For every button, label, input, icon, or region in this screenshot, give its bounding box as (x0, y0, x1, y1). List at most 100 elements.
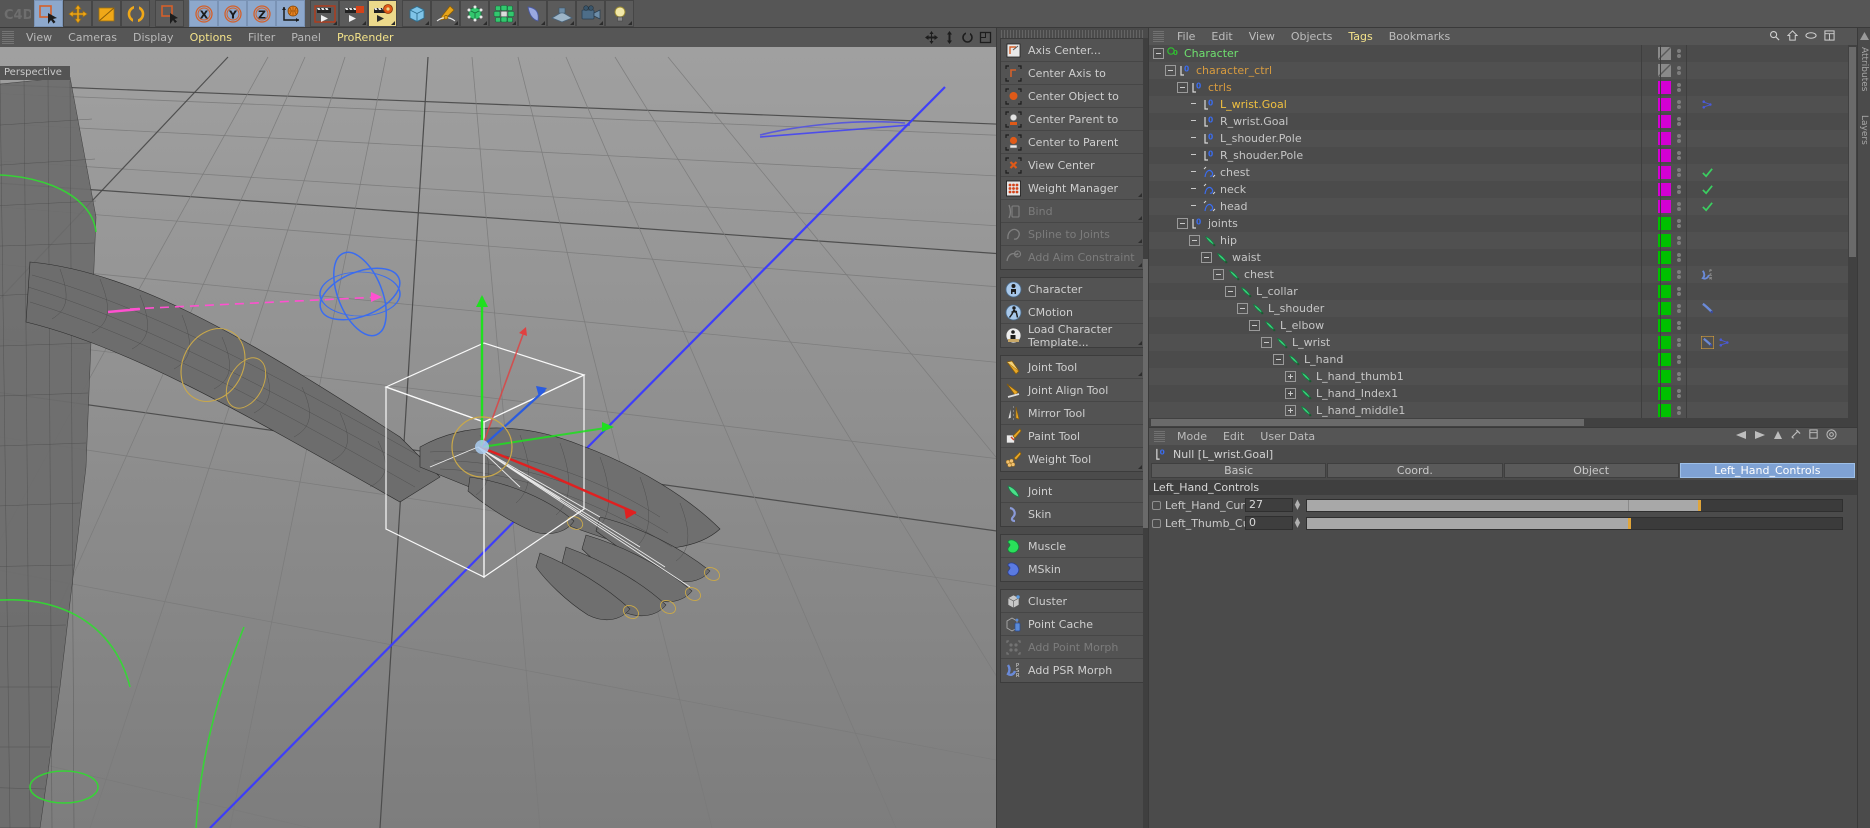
palette-item-axis-center[interactable]: Axis Center... (1001, 39, 1144, 62)
expander-toggle-icon[interactable] (1165, 65, 1176, 76)
expander-toggle-icon[interactable] (1285, 388, 1296, 399)
viewport-menu-options[interactable]: Options (182, 29, 240, 46)
left-thumb-curl-input[interactable]: 0 (1245, 516, 1293, 530)
visibility-dots-icon[interactable] (1674, 151, 1683, 160)
visibility-dots-icon[interactable] (1674, 100, 1683, 109)
scale-view-icon[interactable] (943, 31, 956, 44)
visibility-swatch[interactable] (1658, 200, 1671, 213)
tab-object[interactable]: Object (1503, 463, 1679, 478)
target-icon[interactable] (1826, 429, 1837, 440)
om-menu-file[interactable]: File (1169, 29, 1203, 44)
visibility-dots-icon[interactable] (1674, 253, 1683, 262)
ik-tag-selected[interactable] (1701, 336, 1714, 349)
visibility-swatch[interactable] (1658, 98, 1671, 111)
palette-item-character[interactable]: Character (1001, 278, 1144, 301)
expander-toggle-icon[interactable] (1261, 337, 1272, 348)
selection-mode-icon[interactable] (155, 0, 184, 27)
left-hand-curl-slider[interactable] (1306, 498, 1843, 512)
render-view-button[interactable] (310, 0, 339, 27)
visibility-dots-icon[interactable] (1674, 117, 1683, 126)
expander-toggle-icon[interactable] (1213, 269, 1224, 280)
visibility-swatch[interactable] (1658, 353, 1671, 366)
object-row[interactable]: L_hand (1149, 351, 1857, 368)
left-hand-curl-input[interactable]: 27 (1245, 498, 1293, 512)
viewport-menu-view[interactable]: View (18, 29, 60, 46)
expander-toggle-icon[interactable] (1273, 354, 1284, 365)
palette-item-cmotion[interactable]: CMotion (1001, 301, 1144, 324)
object-row[interactable]: hip (1149, 232, 1857, 249)
visibility-dots-icon[interactable] (1674, 372, 1683, 381)
visibility-swatch[interactable] (1658, 370, 1671, 383)
rotate-view-icon[interactable] (961, 31, 974, 44)
object-row[interactable]: L_hand_thumb1 (1149, 368, 1857, 385)
palette-item-weight-manager[interactable]: Weight Manager (1001, 177, 1144, 200)
expander-toggle-icon[interactable] (1285, 405, 1296, 416)
visibility-dots-icon[interactable] (1674, 389, 1683, 398)
tab-coord[interactable]: Coord. (1327, 463, 1503, 478)
move-view-icon[interactable] (925, 31, 938, 44)
visibility-swatch[interactable] (1658, 115, 1671, 128)
palette-item-weight-tool[interactable]: Weight Tool (1001, 448, 1144, 471)
viewport-menu-grip[interactable] (2, 31, 14, 44)
xpresso-tag[interactable] (1718, 336, 1731, 349)
visibility-swatch-empty[interactable] (1658, 47, 1671, 60)
visibility-dots-icon[interactable] (1674, 406, 1683, 415)
viewport-menu-filter[interactable]: Filter (240, 29, 283, 46)
visibility-dots-icon[interactable] (1674, 185, 1683, 194)
object-row[interactable]: 0 R_shouder.Pole (1149, 147, 1857, 164)
light-button[interactable] (605, 0, 634, 27)
object-row[interactable]: 0 L_wrist.Goal (1149, 96, 1857, 113)
visibility-swatch[interactable] (1658, 268, 1671, 281)
palette-item-add-psr-morph[interactable]: PSR Add PSR Morph (1001, 659, 1144, 682)
left-hand-curl-stepper[interactable]: ▲ ▼ (1293, 498, 1302, 512)
vtab-layers[interactable]: Layers (1859, 110, 1869, 150)
mograph-cloner-button[interactable] (489, 0, 518, 27)
object-tree[interactable]: 0 Character 0 character_ctrl 0 ctrls 0 L_wrist.… (1149, 45, 1857, 427)
visibility-dots-icon[interactable] (1674, 236, 1683, 245)
palette-scrollbar[interactable] (1143, 38, 1148, 828)
check-tag[interactable] (1701, 200, 1714, 213)
palette-item-mskin[interactable]: MSkin (1001, 558, 1144, 581)
object-row[interactable]: head (1149, 198, 1857, 215)
home-icon[interactable] (1787, 30, 1798, 41)
expander-toggle-icon[interactable] (1177, 82, 1188, 93)
palette-item-add-aim-constraint[interactable]: Add Aim Constraint (1001, 246, 1144, 269)
camera-button[interactable] (576, 0, 605, 27)
world-object-coordinates[interactable] (276, 0, 305, 27)
palette-item-add-point-morph[interactable]: Add Point Morph (1001, 636, 1144, 659)
viewport-menu-cameras[interactable]: Cameras (60, 29, 125, 46)
object-row[interactable]: chest (1149, 164, 1857, 181)
vtab-attributes[interactable]: Attributes (1859, 42, 1869, 96)
fit-icon[interactable] (1824, 30, 1835, 41)
back-arrow-icon[interactable] (1735, 430, 1747, 440)
om-menu-objects[interactable]: Objects (1283, 29, 1341, 44)
xpresso-tag[interactable] (1701, 98, 1714, 111)
object-row[interactable]: L_hand_Index1 (1149, 385, 1857, 402)
cube-primitive-button[interactable] (402, 0, 431, 27)
live-selection-tool[interactable] (34, 0, 63, 27)
visibility-swatch[interactable] (1658, 234, 1671, 247)
attribute-manager-grip[interactable] (1154, 431, 1165, 442)
visibility-swatch[interactable] (1658, 166, 1671, 179)
y-axis-lock[interactable]: Y (218, 0, 247, 27)
check-tag[interactable] (1701, 166, 1714, 179)
eye-icon[interactable] (1805, 31, 1817, 40)
expander-toggle-icon[interactable] (1189, 235, 1200, 246)
render-region-button[interactable] (339, 0, 368, 27)
palette-item-muscle[interactable]: Muscle (1001, 535, 1144, 558)
expander-toggle-icon[interactable] (1225, 286, 1236, 297)
x-axis-lock[interactable]: X (189, 0, 218, 27)
viewport-canvas[interactable] (0, 47, 996, 828)
viewport-menu-prorender[interactable]: ProRender (329, 29, 402, 46)
expander-toggle-icon[interactable] (1249, 320, 1260, 331)
object-row[interactable]: 0 R_wrist.Goal (1149, 113, 1857, 130)
scale-tool[interactable] (92, 0, 121, 27)
object-row[interactable]: 0 Character (1149, 45, 1857, 62)
object-manager-grip[interactable] (1153, 31, 1164, 42)
palette-item-point-cache[interactable]: Point Cache (1001, 613, 1144, 636)
object-row[interactable]: 0 character_ctrl (1149, 62, 1857, 79)
subdivision-surface-button[interactable] (460, 0, 489, 27)
palette-item-cluster[interactable]: Cluster (1001, 590, 1144, 613)
palette-item-center-axis-to[interactable]: Center Axis to (1001, 62, 1144, 85)
left-thumb-curl-stepper[interactable]: ▲ ▼ (1293, 516, 1302, 530)
